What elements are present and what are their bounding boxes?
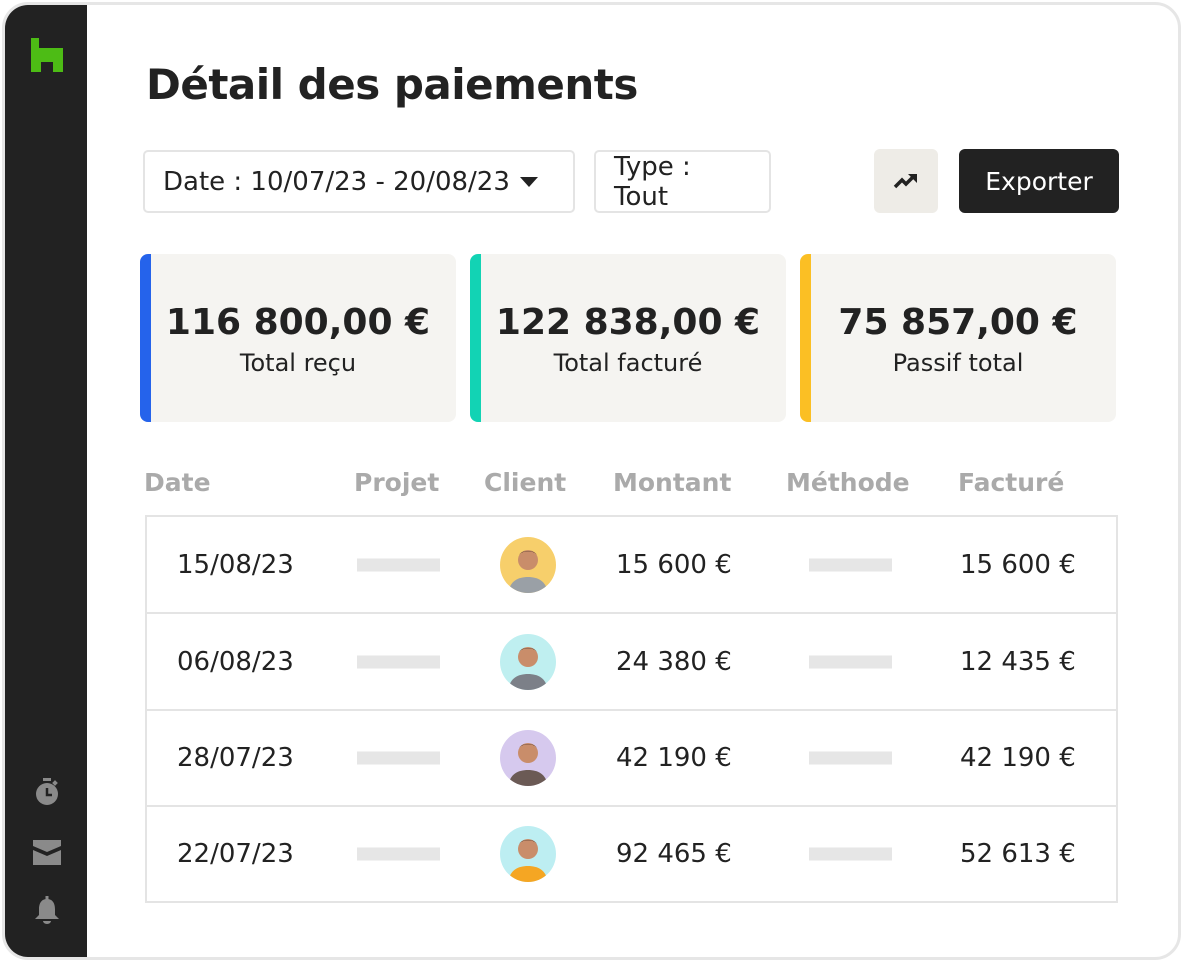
- card-amount: 75 857,00 €: [838, 302, 1078, 343]
- table-row[interactable]: 28/07/23 42 190 € 42 190 €: [147, 711, 1116, 807]
- export-button[interactable]: Exporter: [959, 149, 1119, 213]
- row-amount: 92 465 €: [616, 839, 732, 869]
- type-filter-dropdown[interactable]: Type : Tout: [594, 150, 771, 213]
- project-placeholder: [357, 751, 440, 765]
- card-accent: [800, 254, 811, 422]
- row-date: 15/08/23: [177, 549, 294, 580]
- column-header-project[interactable]: Projet: [354, 468, 439, 497]
- payments-table: 15/08/23 15 600 € 15 600 € 06/08/23 24 3…: [145, 515, 1118, 903]
- date-filter-dropdown[interactable]: Date : 10/07/23 - 20/08/23: [143, 150, 575, 213]
- row-amount: 24 380 €: [616, 646, 732, 677]
- project-placeholder: [357, 558, 440, 571]
- row-amount: 42 190 €: [616, 743, 732, 773]
- caret-down-icon: [519, 176, 538, 187]
- table-row[interactable]: 15/08/23 15 600 € 15 600 €: [147, 517, 1116, 614]
- row-date: 28/07/23: [177, 743, 294, 773]
- client-avatar[interactable]: [500, 730, 556, 786]
- project-placeholder: [357, 847, 440, 861]
- card-label: Passif total: [892, 349, 1024, 377]
- card-label: Total reçu: [239, 349, 357, 377]
- card-label: Total facturé: [553, 349, 703, 377]
- sidebar: [5, 5, 87, 957]
- method-placeholder: [809, 751, 892, 765]
- client-avatar[interactable]: [500, 536, 556, 593]
- app-window: Détail des paiements Date : 10/07/23 - 2…: [2, 2, 1181, 960]
- row-billed: 15 600 €: [960, 549, 1076, 580]
- card-amount: 122 838,00 €: [495, 302, 761, 343]
- method-placeholder: [809, 655, 892, 668]
- method-placeholder: [809, 847, 892, 861]
- client-avatar[interactable]: [500, 633, 556, 690]
- client-avatar[interactable]: [500, 826, 556, 882]
- row-billed: 52 613 €: [960, 839, 1076, 869]
- row-amount: 15 600 €: [616, 549, 732, 580]
- row-billed: 42 190 €: [960, 743, 1076, 773]
- type-filter-label: Type : Tout: [614, 151, 691, 212]
- table-row[interactable]: 06/08/23 24 380 € 12 435 €: [147, 614, 1116, 711]
- column-header-amount[interactable]: Montant: [613, 468, 731, 497]
- bell-icon[interactable]: [32, 895, 62, 925]
- summary-card-received: 116 800,00 € Total reçu: [140, 254, 456, 422]
- row-date: 06/08/23: [177, 646, 294, 677]
- column-header-date[interactable]: Date: [144, 468, 211, 497]
- date-filter-label: Date : 10/07/23 - 20/08/23: [163, 166, 510, 197]
- card-accent: [140, 254, 151, 422]
- column-header-billed[interactable]: Facturé: [958, 468, 1064, 497]
- houzz-logo-icon[interactable]: [31, 38, 63, 72]
- trend-chart-button[interactable]: [874, 149, 938, 213]
- method-placeholder: [809, 558, 892, 571]
- page-title: Détail des paiements: [146, 60, 638, 109]
- summary-card-billed: 122 838,00 € Total facturé: [470, 254, 786, 422]
- trending-up-icon: [893, 174, 917, 189]
- card-amount: 116 800,00 €: [165, 302, 431, 343]
- table-row[interactable]: 22/07/23 92 465 € 52 613 €: [147, 807, 1116, 901]
- column-header-method[interactable]: Méthode: [786, 468, 910, 497]
- row-date: 22/07/23: [177, 839, 294, 869]
- card-accent: [470, 254, 481, 422]
- inbox-icon[interactable]: [32, 838, 62, 868]
- row-billed: 12 435 €: [960, 646, 1076, 677]
- summary-card-liability: 75 857,00 € Passif total: [800, 254, 1116, 422]
- column-header-client[interactable]: Client: [484, 468, 566, 497]
- timer-icon[interactable]: [32, 777, 62, 807]
- project-placeholder: [357, 655, 440, 668]
